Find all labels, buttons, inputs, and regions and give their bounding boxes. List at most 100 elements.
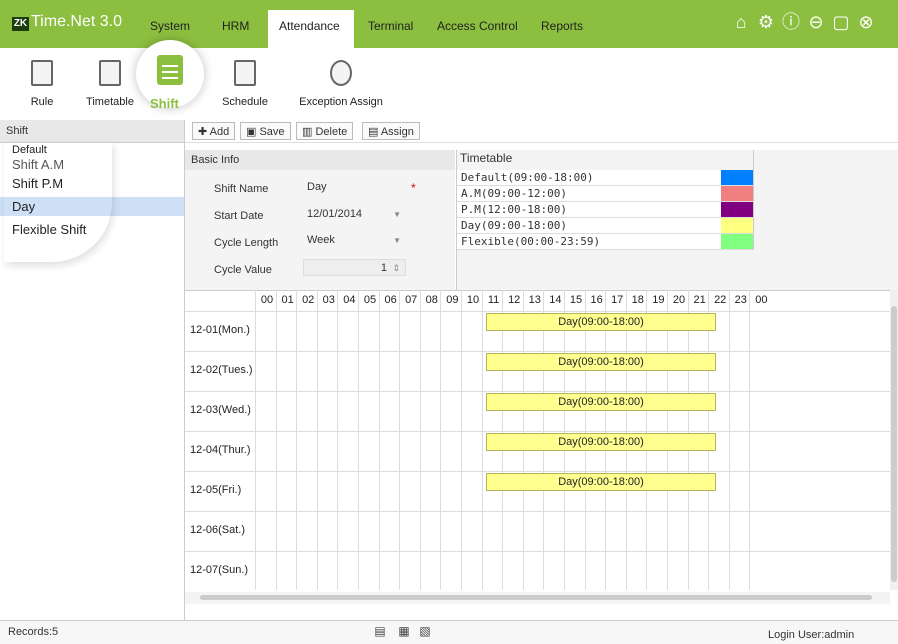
schedule-label: Schedule — [222, 96, 268, 108]
rule-button[interactable]: Rule — [22, 56, 62, 116]
grid-row-line — [185, 551, 890, 552]
exception-assign-button[interactable]: Exception Assign — [298, 56, 384, 116]
required-mark: * — [411, 181, 416, 195]
schedule-icon — [234, 60, 256, 86]
cycle-value-label: Cycle Value — [214, 264, 272, 276]
cycle-length-label: Cycle Length — [214, 237, 279, 249]
shift-icon[interactable] — [157, 55, 183, 85]
day-row-label: 12-07(Sun.) — [190, 564, 249, 576]
timetable-color-swatch — [721, 186, 753, 202]
menu-terminal[interactable]: Terminal — [368, 18, 413, 34]
timetable-button[interactable]: Timetable — [82, 56, 138, 116]
hour-header: 02 — [302, 294, 315, 306]
cycle-length-select[interactable]: Week ▼ — [303, 232, 406, 249]
delete-button[interactable]: ▥ Delete — [296, 122, 354, 140]
app-logo: ZK — [12, 17, 29, 31]
chevron-down-icon[interactable]: ▼ — [393, 232, 401, 249]
grid-column-line — [461, 290, 462, 590]
cycle-value: 1 — [380, 262, 387, 274]
day-row-label: 12-02(Tues.) — [190, 364, 253, 376]
shift-bar[interactable]: Day(09:00-18:00) — [486, 353, 716, 371]
hour-header: 00 — [260, 294, 274, 306]
rule-label: Rule — [30, 96, 54, 108]
login-user: Login User:admin — [768, 629, 855, 641]
grid-column-line — [379, 290, 380, 590]
card-icon[interactable]: ▤ — [373, 624, 387, 638]
stepper-arrows-icon[interactable]: ⇕ — [392, 260, 400, 277]
basic-info-header: Basic Info — [185, 150, 455, 170]
assign-button[interactable]: ▤ Assign — [362, 122, 420, 140]
horizontal-scroll-thumb[interactable] — [200, 595, 872, 600]
start-date-value: 12/01/2014 — [307, 208, 363, 220]
grid-column-line — [440, 290, 441, 590]
shift-bar[interactable]: Day(09:00-18:00) — [486, 313, 716, 331]
records-count: Records:5 — [8, 626, 59, 638]
grid-column-line — [276, 290, 277, 590]
document-icon[interactable]: ▧ — [418, 624, 432, 638]
hour-header: 17 — [611, 294, 624, 306]
chevron-down-icon[interactable]: ▼ — [393, 206, 401, 223]
start-date-field[interactable]: 12/01/2014 ▼ — [303, 206, 406, 223]
exception-label: Exception Assign — [299, 96, 383, 108]
vertical-scroll-thumb[interactable] — [891, 306, 897, 582]
shift-bar[interactable]: Day(09:00-18:00) — [486, 433, 716, 451]
gear-icon[interactable]: ⚙ — [756, 12, 776, 32]
day-row-label: 12-05(Fri.) — [190, 484, 242, 496]
home-icon[interactable]: ⌂ — [731, 12, 751, 32]
timetable-color-swatch — [721, 170, 753, 186]
shift-bar[interactable]: Day(09:00-18:00) — [486, 473, 716, 491]
grid-row-line — [185, 351, 890, 352]
timetable-row[interactable]: Default(09:00-18:00) — [457, 170, 721, 186]
cycle-value-stepper[interactable]: 1 ⇕ — [303, 259, 406, 276]
schedule-button[interactable]: Schedule — [217, 56, 273, 116]
grid-column-line — [399, 290, 400, 590]
shift-list-header: Shift — [0, 120, 184, 143]
grid-row-line — [185, 511, 890, 512]
hour-header: 07 — [405, 294, 418, 306]
add-button[interactable]: ✚ Add — [192, 122, 236, 140]
maximize-icon[interactable]: ▢ — [831, 12, 851, 32]
delete-icon: ▥ — [302, 126, 316, 138]
grid-column-line — [749, 290, 750, 590]
grid-column-line — [482, 290, 483, 590]
start-date-label: Start Date — [214, 210, 264, 222]
hour-header: 05 — [363, 294, 377, 306]
close-icon[interactable]: ⊗ — [856, 12, 876, 32]
menu-reports[interactable]: Reports — [541, 18, 583, 34]
app-title: Time.Net 3.0 — [31, 13, 122, 30]
timetable-row[interactable]: A.M(09:00-12:00) — [457, 186, 721, 202]
grid-column-line — [358, 290, 359, 590]
hour-header: 22 — [714, 294, 727, 306]
day-row-label: 12-01(Mon.) — [190, 324, 250, 336]
day-row-label: 12-04(Thur.) — [190, 444, 251, 456]
grid-row-line — [185, 431, 890, 432]
timetable-row[interactable]: P.M(12:00-18:00) — [457, 202, 721, 218]
status-bar — [0, 620, 898, 644]
grid-column-line — [317, 290, 318, 590]
cycle-length-value: Week — [307, 234, 335, 246]
help-icon[interactable]: ⓘ — [781, 12, 801, 32]
grid-column-line — [729, 290, 730, 590]
day-row-label: 12-03(Wed.) — [190, 404, 251, 416]
grid-column-line — [337, 290, 338, 590]
save-button[interactable]: ▣ Save — [240, 122, 291, 140]
rule-icon — [31, 60, 53, 86]
timetable-label: Timetable — [86, 96, 134, 108]
minimize-icon[interactable]: ⊖ — [806, 12, 826, 32]
menu-system[interactable]: System — [150, 18, 190, 34]
exception-icon — [330, 60, 352, 86]
shift-name-field[interactable]: Day — [303, 179, 406, 196]
day-row-label: 12-06(Sat.) — [190, 524, 246, 536]
timetable-color-swatch — [721, 218, 753, 234]
timetable-row[interactable]: Day(09:00-18:00) — [457, 218, 721, 234]
shift-button-label[interactable]: Shift — [150, 96, 179, 111]
menu-hrm[interactable]: HRM — [222, 18, 249, 34]
menu-access-control[interactable]: Access Control — [437, 18, 518, 34]
device-icon[interactable]: ▦ — [397, 624, 411, 638]
timetable-row[interactable]: Flexible(00:00-23:59) — [457, 234, 721, 250]
add-icon: ✚ — [198, 126, 210, 138]
shift-bar[interactable]: Day(09:00-18:00) — [486, 393, 716, 411]
grid-column-line — [296, 290, 297, 590]
menu-attendance[interactable]: Attendance — [279, 18, 340, 34]
hour-header: 00 — [755, 294, 768, 306]
